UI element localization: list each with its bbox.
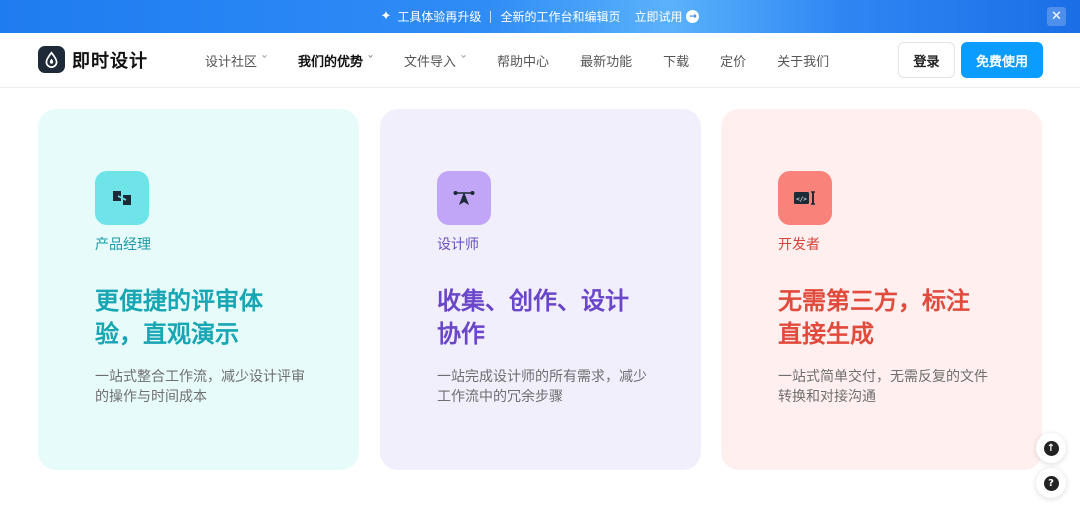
logo-drop-icon <box>38 46 65 73</box>
nav-item-about-us[interactable]: 关于我们 <box>777 51 829 70</box>
feature-card-developer: </> 开发者 无需第三方，标注直接生成 一站式简单交付，无需反复的文件转换和对… <box>721 109 1042 470</box>
nav-label: 关于我们 <box>777 55 830 70</box>
nav-item-help-center[interactable]: 帮助中心 <box>497 51 549 70</box>
question-icon: ? <box>1043 475 1059 491</box>
svg-text:</>: </> <box>796 196 807 203</box>
nav-item-new-features[interactable]: 最新功能 <box>580 51 632 70</box>
banner-try-now-link[interactable]: 立即试用 → <box>634 8 700 25</box>
card-headline: 更便捷的评审体验，直观演示 <box>95 287 263 348</box>
arrow-up-icon: ↑ <box>1043 440 1059 456</box>
back-to-top-button[interactable]: ↑ <box>1036 433 1066 463</box>
nav-label: 下载 <box>663 55 690 70</box>
card-headline: 收集、创作、设计协作 <box>437 287 629 348</box>
logo[interactable]: 即时设计 <box>38 46 148 73</box>
nav-label: 我们的优势 <box>298 55 364 70</box>
banner-cta-label: 立即试用 <box>634 10 683 24</box>
card-role: 产品经理 <box>95 237 151 253</box>
site-header: 即时设计 设计社区 ˅ 我们的优势 ˅ 文件导入 ˅ 帮助中心 最新功能 下载 … <box>0 33 1080 88</box>
card-description: 一站式整合工作流，减少设计评审的操作与时间成本 <box>95 369 305 405</box>
chevron-down-icon: ˅ <box>460 55 468 66</box>
nav-label: 设计社区 <box>205 55 258 70</box>
card-description: 一站完成设计师的所有需求，减少工作流中的冗余步骤 <box>437 369 647 405</box>
nav-item-our-advantages[interactable]: 我们的优势 ˅ <box>298 51 375 70</box>
nav-label: 帮助中心 <box>497 55 550 70</box>
banner-divider <box>490 10 492 23</box>
nav-label: 文件导入 <box>404 55 457 70</box>
nav-label: 最新功能 <box>580 55 633 70</box>
nav-item-download[interactable]: 下载 <box>663 51 689 70</box>
help-button[interactable]: ? <box>1036 468 1066 498</box>
login-button[interactable]: 登录 <box>898 42 955 78</box>
chevron-down-icon: ˅ <box>261 55 269 66</box>
presentation-icon <box>95 171 149 225</box>
close-icon[interactable]: ✕ <box>1047 7 1066 26</box>
banner-text-primary: 工具体验再升级 <box>397 10 482 24</box>
card-role: 设计师 <box>437 237 479 253</box>
feature-card-designer: 设计师 收集、创作、设计协作 一站完成设计师的所有需求，减少工作流中的冗余步骤 <box>380 109 701 470</box>
main-nav: 设计社区 ˅ 我们的优势 ˅ 文件导入 ˅ 帮助中心 最新功能 下载 定价 关于… <box>205 33 860 88</box>
nav-item-design-community[interactable]: 设计社区 ˅ <box>205 51 269 70</box>
card-headline: 无需第三方，标注直接生成 <box>778 287 970 348</box>
card-role: 开发者 <box>778 237 820 253</box>
pen-tool-icon <box>437 171 491 225</box>
promo-banner: ✦ 工具体验再升级 全新的工作台和编辑页 立即试用 → ✕ <box>0 0 1080 33</box>
nav-label: 定价 <box>720 55 747 70</box>
free-use-button[interactable]: 免费使用 <box>961 42 1043 78</box>
card-description: 一站式简单交付，无需反复的文件转换和对接沟通 <box>778 369 988 405</box>
feature-card-product-manager: 产品经理 更便捷的评审体验，直观演示 一站式整合工作流，减少设计评审的操作与时间… <box>38 109 359 470</box>
logo-text: 即时设计 <box>72 50 148 72</box>
nav-item-file-import[interactable]: 文件导入 ˅ <box>404 51 468 70</box>
banner-text-secondary: 全新的工作台和编辑页 <box>500 10 621 24</box>
arrow-right-icon: → <box>686 10 700 23</box>
sparkle-icon: ✦ <box>380 9 392 24</box>
code-icon: </> <box>778 171 832 225</box>
nav-item-pricing[interactable]: 定价 <box>720 51 746 70</box>
chevron-down-icon: ˅ <box>367 55 375 66</box>
